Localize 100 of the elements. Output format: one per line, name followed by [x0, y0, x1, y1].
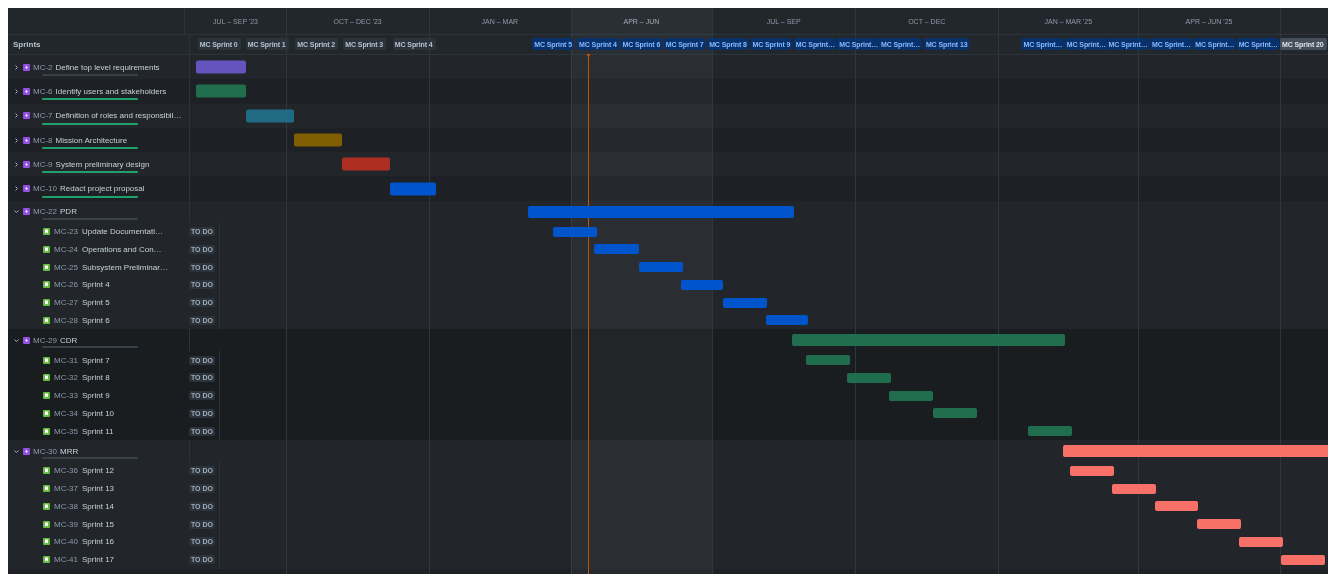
issue-key[interactable]: MC-8 [33, 135, 53, 145]
issue-title[interactable]: Sprint 15 [82, 519, 115, 529]
timeline-bar[interactable] [847, 372, 891, 383]
timeline-bar[interactable] [681, 279, 724, 290]
issue-key[interactable]: MC-7 [33, 111, 53, 121]
timeline-bar[interactable] [1281, 554, 1325, 565]
epic-icon [23, 208, 30, 216]
column-header: Sprints [13, 40, 41, 49]
issue-title[interactable]: Mission Architecture [55, 135, 128, 145]
issue-key[interactable]: MC-9 [33, 159, 53, 169]
story-icon [43, 502, 50, 510]
issue-title[interactable]: CDR [60, 335, 78, 345]
chevron-right-icon[interactable] [13, 63, 20, 71]
issue-title[interactable]: Sprint 9 [82, 391, 110, 401]
issue-key[interactable]: MC-37 [54, 484, 78, 494]
issue-title[interactable]: Sprint 13 [82, 484, 115, 494]
story-icon [43, 467, 50, 475]
chevron-right-icon[interactable] [13, 87, 20, 95]
timeline-bar[interactable] [553, 226, 597, 237]
timeline-bar[interactable] [527, 205, 794, 218]
story-icon [43, 263, 50, 271]
chevron-right-icon[interactable] [13, 160, 20, 168]
chevron-down-icon[interactable] [13, 447, 20, 455]
issue-key[interactable]: MC-10 [33, 184, 57, 194]
timeline-bar[interactable] [1028, 426, 1072, 437]
timeline-bar[interactable] [1154, 501, 1199, 512]
timeline-bar[interactable] [1063, 445, 1328, 458]
issue-title[interactable]: Define top level requirements [55, 62, 160, 72]
issue-key[interactable]: MC-28 [54, 315, 78, 325]
issue-title[interactable]: Sprint 12 [82, 466, 115, 476]
chevron-down-icon[interactable] [13, 336, 20, 344]
issue-title[interactable]: Sprint 16 [82, 537, 115, 547]
timeline-bar[interactable] [341, 157, 390, 171]
chevron-right-icon[interactable] [13, 185, 20, 193]
story-icon [43, 316, 50, 324]
issue-key[interactable]: MC-29 [33, 335, 57, 345]
timeline-bar[interactable] [1112, 483, 1157, 494]
issue-key[interactable]: MC-25 [54, 262, 78, 272]
issue-title[interactable]: Sprint 6 [82, 315, 110, 325]
chevron-right-icon[interactable] [13, 136, 20, 144]
issue-title[interactable]: Sprint 5 [82, 298, 110, 308]
chevron-down-icon[interactable] [13, 208, 20, 216]
issue-title[interactable]: Redact project proposal [60, 184, 145, 194]
timeline-bar[interactable] [1239, 536, 1283, 547]
issue-key[interactable]: MC-26 [54, 280, 78, 290]
issue-title[interactable]: MRR [60, 446, 79, 456]
issue-title[interactable]: System preliminary design [55, 159, 150, 169]
issue-title[interactable]: Sprint 14 [82, 501, 115, 511]
issue-key[interactable]: MC-38 [54, 501, 78, 511]
issue-key[interactable]: MC-36 [54, 466, 78, 476]
chevron-right-icon[interactable] [13, 112, 20, 120]
issue-key[interactable]: MC-34 [54, 408, 78, 418]
issue-title[interactable]: Sprint 11 [82, 426, 114, 436]
epic-icon [23, 185, 30, 193]
issue-key[interactable]: MC-31 [54, 355, 78, 365]
issue-key[interactable]: MC-27 [54, 298, 78, 308]
issue-title[interactable]: Sprint 4 [82, 280, 110, 290]
issue-title[interactable]: Definition of roles and responsibil… [55, 111, 182, 121]
issue-key[interactable]: MC-22 [33, 207, 57, 217]
timeline-bar[interactable] [792, 334, 1065, 347]
timeline-bar[interactable] [293, 133, 342, 147]
timeline-bar[interactable] [933, 408, 977, 419]
story-icon [43, 356, 50, 364]
story-icon [43, 299, 50, 307]
timeline-bar[interactable] [889, 390, 933, 401]
story-icon [43, 427, 50, 435]
timeline-bar[interactable] [245, 109, 294, 123]
issue-key[interactable]: MC-23 [54, 227, 78, 237]
issue-key[interactable]: MC-2 [33, 62, 53, 72]
issue-key[interactable]: MC-33 [54, 391, 78, 401]
issue-title[interactable]: Sprint 7 [82, 355, 110, 365]
story-icon [43, 520, 50, 528]
issue-key[interactable]: MC-32 [54, 373, 78, 383]
issue-title[interactable]: PDR [60, 207, 77, 217]
epic-icon [23, 112, 30, 120]
timeline-bar[interactable] [723, 297, 768, 308]
issue-title[interactable]: Sprint 17 [82, 555, 115, 565]
timeline-bar[interactable] [1070, 465, 1114, 476]
issue-key[interactable]: MC-24 [54, 244, 78, 254]
issue-title[interactable]: Sprint 8 [82, 373, 110, 383]
issue-title[interactable]: Identify users and stakeholders [55, 86, 167, 96]
timeline-bar[interactable] [806, 355, 851, 366]
issue-key[interactable]: MC-30 [33, 446, 57, 456]
timeline-bar[interactable] [1196, 519, 1241, 530]
epic-icon [23, 87, 30, 95]
issue-key[interactable]: MC-41 [54, 555, 78, 565]
timeline-bar[interactable] [765, 315, 808, 326]
timeline-bar[interactable] [389, 182, 437, 196]
issue-title[interactable]: Update Documentati… [82, 227, 163, 237]
epic-icon [23, 136, 30, 144]
issue-key[interactable]: MC-39 [54, 519, 78, 529]
issue-title[interactable]: Subsystem Preliminar… [82, 262, 168, 272]
issue-key[interactable]: MC-35 [54, 426, 78, 436]
epic-icon [23, 160, 30, 168]
issue-key[interactable]: MC-6 [33, 86, 53, 96]
issue-title[interactable]: Operations and Con… [82, 244, 162, 254]
issue-key[interactable]: MC-40 [54, 537, 78, 547]
issue-title[interactable]: Sprint 10 [82, 408, 115, 418]
story-icon [43, 538, 50, 546]
epic-icon [23, 336, 30, 344]
